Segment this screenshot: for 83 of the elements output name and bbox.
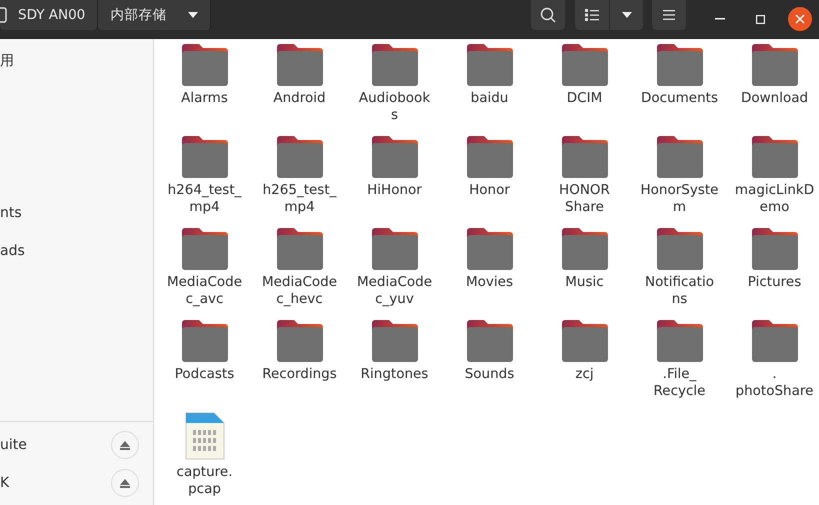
folder-icon xyxy=(466,320,512,362)
maximize-icon xyxy=(756,14,764,24)
folder-icon xyxy=(182,320,228,362)
folder-icon xyxy=(182,228,228,270)
file-name[interactable]: Podcasts xyxy=(174,366,234,383)
file-name[interactable]: Audiobook s xyxy=(358,90,430,124)
folder-icon xyxy=(562,320,608,362)
phone-icon xyxy=(0,7,8,23)
folder-icon xyxy=(372,320,418,362)
sidebar-item[interactable]: 用 xyxy=(0,52,14,70)
eject-button[interactable] xyxy=(111,431,139,459)
folder-icon xyxy=(182,44,228,86)
folder-icon xyxy=(562,44,608,86)
file-name[interactable]: Sounds xyxy=(464,366,514,383)
file-name[interactable]: Honor xyxy=(469,182,510,199)
folder-icon xyxy=(562,228,608,270)
folder-icon xyxy=(182,136,228,178)
eject-button[interactable] xyxy=(111,469,139,497)
list-icon xyxy=(585,9,599,21)
file-name[interactable]: Notificatio ns xyxy=(645,274,714,308)
folder-icon xyxy=(276,228,322,270)
file-name[interactable]: HONOR Share xyxy=(559,182,610,216)
file-name[interactable]: Android xyxy=(273,90,326,107)
folder-icon xyxy=(466,228,512,270)
file-name[interactable]: zcj xyxy=(575,366,594,383)
folder-icon xyxy=(466,44,512,86)
device-button[interactable]: SDY AN00 xyxy=(0,0,98,30)
file-name[interactable]: MediaCode c_yuv xyxy=(356,274,432,308)
sidebar-item[interactable]: uite xyxy=(0,437,27,453)
folder-icon xyxy=(752,320,798,362)
sidebar-item[interactable]: nts xyxy=(0,205,22,221)
file-name[interactable]: Download xyxy=(740,90,808,107)
folder-icon xyxy=(752,228,798,270)
folder-icon xyxy=(276,44,322,86)
file-name[interactable]: Ringtones xyxy=(360,366,428,383)
list-view-button[interactable] xyxy=(575,0,609,30)
file-name[interactable]: h265_test_ mp4 xyxy=(262,182,336,216)
file-name[interactable]: Pictures xyxy=(748,274,802,291)
minimize-icon xyxy=(715,18,725,20)
close-button[interactable] xyxy=(788,7,812,31)
search-button[interactable] xyxy=(531,0,565,30)
folder-icon xyxy=(466,136,512,178)
sidebar-item[interactable]: K xyxy=(0,475,10,491)
search-icon xyxy=(540,7,556,23)
file-name[interactable]: Documents xyxy=(641,90,718,107)
menu-button[interactable] xyxy=(652,0,686,30)
folder-icon xyxy=(656,320,702,362)
file-name[interactable]: MediaCode c_avc xyxy=(166,274,242,308)
folder-icon xyxy=(372,44,418,86)
sidebar-item[interactable]: ads xyxy=(0,243,25,259)
folder-icon xyxy=(276,136,322,178)
folder-icon xyxy=(656,228,702,270)
location-dropdown[interactable]: 内部存储 xyxy=(98,0,212,30)
file-name[interactable]: Recordings xyxy=(262,366,337,383)
file-name[interactable]: Music xyxy=(565,274,604,291)
folder-icon xyxy=(752,136,798,178)
folder-icon xyxy=(752,44,798,86)
eject-icon xyxy=(120,478,130,488)
file-name[interactable]: HiHonor xyxy=(367,182,422,199)
close-icon xyxy=(795,14,805,24)
view-options-button[interactable] xyxy=(609,0,643,30)
file-name[interactable]: HonorSyste m xyxy=(640,182,718,216)
file-name[interactable]: Alarms xyxy=(181,90,228,107)
folder-icon xyxy=(656,136,702,178)
binary-file-icon xyxy=(184,412,224,460)
file-name[interactable]: Movies xyxy=(466,274,513,291)
folder-icon xyxy=(372,228,418,270)
folder-icon xyxy=(562,136,608,178)
file-name[interactable]: baidu xyxy=(470,90,508,107)
file-name[interactable]: . photoShare xyxy=(736,366,814,400)
file-name[interactable]: h264_test_ mp4 xyxy=(168,182,242,216)
file-name[interactable]: magicLinkD emo xyxy=(734,182,814,216)
file-name[interactable]: capture. pcap xyxy=(176,464,232,498)
folder-icon xyxy=(372,136,418,178)
menu-icon xyxy=(663,10,675,20)
caret-icon xyxy=(188,12,198,18)
file-name[interactable]: MediaCode c_hevc xyxy=(262,274,338,308)
eject-icon xyxy=(120,440,130,450)
folder-icon xyxy=(656,44,702,86)
file-name[interactable]: DCIM xyxy=(566,90,602,107)
caret-icon xyxy=(622,12,632,18)
file-name[interactable]: .File_ Recycle xyxy=(654,366,706,400)
folder-icon xyxy=(276,320,322,362)
